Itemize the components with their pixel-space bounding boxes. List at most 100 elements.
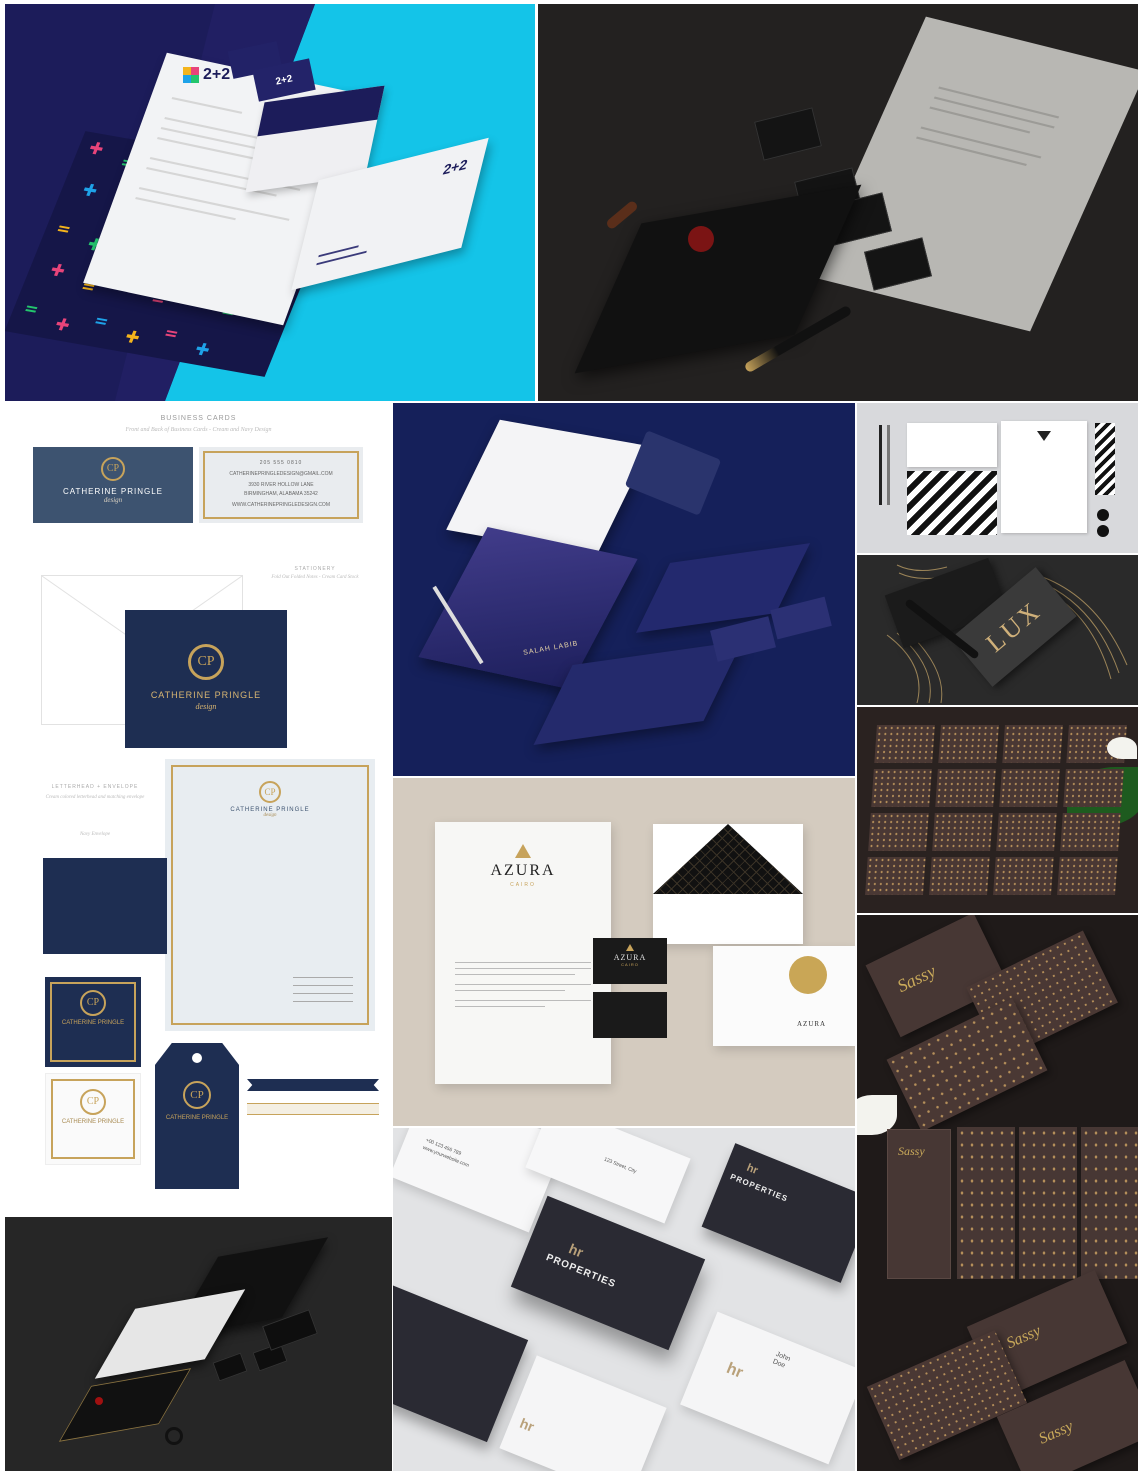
contact-address-2: BIRMINGHAM, ALABAMA 35242 (244, 491, 318, 497)
card-white: hr (499, 1355, 667, 1471)
monogram-icon: CP (188, 644, 224, 680)
tall-card: Sassy (887, 1129, 951, 1279)
brand-name: CATHERINE PRINGLE (165, 1115, 229, 1121)
envelope-sublabel: Navy Envelope (79, 832, 111, 837)
contact-address-1: 3930 RIVER HOLLOW LANE (248, 482, 314, 488)
hang-tag: CP CATHERINE PRINGLE (155, 1043, 239, 1189)
letterhead-sheet: AZURA CAIRO (435, 822, 611, 1084)
letterhead-label: LETTERHEAD + ENVELOPE (51, 784, 139, 790)
tall-card (957, 1127, 1015, 1279)
card-white-name: hr John Doe (680, 1311, 855, 1465)
gold-pattern-cards-1 (857, 707, 1138, 913)
brand-name: CATHERINE PRINGLE (150, 690, 262, 700)
card-black (212, 1352, 248, 1382)
brand-script: design (263, 813, 277, 818)
brand-name: PROPERTIES (544, 1252, 618, 1291)
stationery-sublabel: Fold Out Folded Notes - Cream Card Stock (271, 575, 359, 580)
tall-card (1019, 1127, 1077, 1279)
monogram-icon: CP (259, 781, 281, 803)
card-grid (865, 725, 1127, 895)
hr-logo: hr (724, 1359, 746, 1382)
svg-text:✚: ✚ (122, 326, 143, 347)
card-dark (393, 1283, 529, 1443)
square-card-navy: CP CATHERINE PRINGLE (45, 977, 141, 1067)
svg-text:=: = (53, 218, 74, 239)
contact-website: WWW.CATHERINEPRINGLEDESIGN.COM (232, 502, 330, 508)
gold-pattern-cards-2: Sassy Sassy Sassy Sassy (857, 915, 1138, 1471)
contact-address: 123 Street, City (602, 1156, 638, 1175)
brand-script: design (103, 496, 123, 504)
stationery-mockup-dark (538, 4, 1138, 401)
brand-name: CATHERINE PRINGLE (63, 487, 163, 496)
letterhead-sheet: CP CATHERINE PRINGLE design (165, 759, 375, 1031)
hr-logo: hr (517, 1414, 537, 1435)
card-brand: 2+2 (274, 72, 294, 88)
brand-name: AZURA (797, 1020, 827, 1028)
business-card-front: CP CATHERINE PRINGLE design (33, 447, 193, 523)
business-card (710, 616, 776, 662)
envelope-white: AZURA (713, 946, 855, 1046)
brand-sub: CAIRO (510, 882, 536, 888)
section-subheader: Front and Back of Business Cards - Cream… (125, 427, 272, 433)
square-card-white: CP CATHERINE PRINGLE (45, 1073, 141, 1165)
script-logo: Sassy (1003, 1322, 1044, 1353)
script-logo: Sassy (898, 1144, 925, 1158)
stationery-mockup-colorful: ✚=✚ =✚= ✚ ✚=✚ =✚= ✚ =✚= ✚=✚ = ✚=✚ =✚= ✚ … (5, 4, 535, 401)
business-card-black (593, 992, 667, 1038)
svg-text:✚: ✚ (192, 338, 213, 359)
letterhead-sublabel: Cream colored letterhead and matching en… (45, 795, 145, 800)
svg-text:✚: ✚ (86, 138, 107, 159)
brand-sub: CAIRO (621, 962, 639, 967)
salah-labib-mockup: SALAH LABIB (393, 403, 855, 776)
envelope-brand: 2+2 (441, 155, 470, 178)
folded-note-card: CP CATHERINE PRINGLE design (125, 610, 287, 748)
catherine-pringle-board: BUSINESS CARDS Front and Back of Busines… (5, 403, 392, 1215)
tall-card (1081, 1127, 1138, 1279)
script-logo: Sassy (894, 960, 939, 997)
ribbon-band (247, 1079, 379, 1091)
contact-email: CATHERINEPRINGLEDESIGN@GMAIL.COM (229, 471, 333, 477)
hr-properties-mockup: +00 123 456 789 www.yourwebsite.com hr 1… (393, 1128, 855, 1471)
monogram-icon: CP (80, 1089, 106, 1115)
ribbon-band (247, 1103, 379, 1115)
tag-hole-icon (192, 1053, 202, 1063)
hr-logo: hr (566, 1240, 586, 1261)
svg-text:=: = (161, 322, 182, 343)
wax-seal-icon (688, 226, 714, 252)
card-dark-properties: hr PROPERTIES (701, 1143, 855, 1283)
brand-name: 2+2 (203, 66, 231, 83)
envelope-white (907, 423, 997, 467)
wax-seal-icon (789, 956, 827, 994)
letterhead-sheet (1001, 421, 1087, 533)
azura-mockup: AZURA CAIRO AZURA CAIRO AZURA (393, 778, 855, 1126)
section-header: BUSINESS CARDS (160, 415, 237, 422)
badge-icon (1097, 525, 1109, 537)
wax-seal-icon (95, 1397, 103, 1405)
wax-stamp-icon (604, 199, 640, 231)
card-dark (754, 107, 822, 161)
lily-flower-icon (1107, 737, 1137, 759)
badge-icon (1097, 509, 1109, 521)
azura-logo-icon (515, 844, 531, 858)
svg-text:=: = (91, 310, 112, 331)
logo-mark-icon (1037, 431, 1051, 441)
lux-cards-mockup: LUX (857, 555, 1138, 705)
zebra-card (1095, 423, 1115, 495)
azura-logo-icon (626, 944, 634, 951)
grid-icon (183, 67, 199, 83)
brand-name: AZURA (490, 862, 556, 879)
zebra-stationery-mockup (857, 403, 1138, 553)
svg-text:✚: ✚ (47, 259, 68, 280)
svg-text:=: = (21, 298, 42, 319)
zebra-folder (907, 471, 997, 535)
magnifier-icon (165, 1427, 183, 1445)
stationery-label: STATIONERY (294, 566, 336, 572)
hr-logo: hr (744, 1161, 760, 1178)
pencil-icon (887, 425, 890, 505)
hr-logo: hr (553, 1128, 569, 1131)
monogram-icon: CP (80, 990, 106, 1016)
business-card-black: AZURA CAIRO (593, 938, 667, 984)
notebook (624, 430, 722, 516)
brand-name: CATHERINE PRINGLE (61, 1119, 125, 1125)
brand-logo: 2+2 (183, 66, 230, 84)
